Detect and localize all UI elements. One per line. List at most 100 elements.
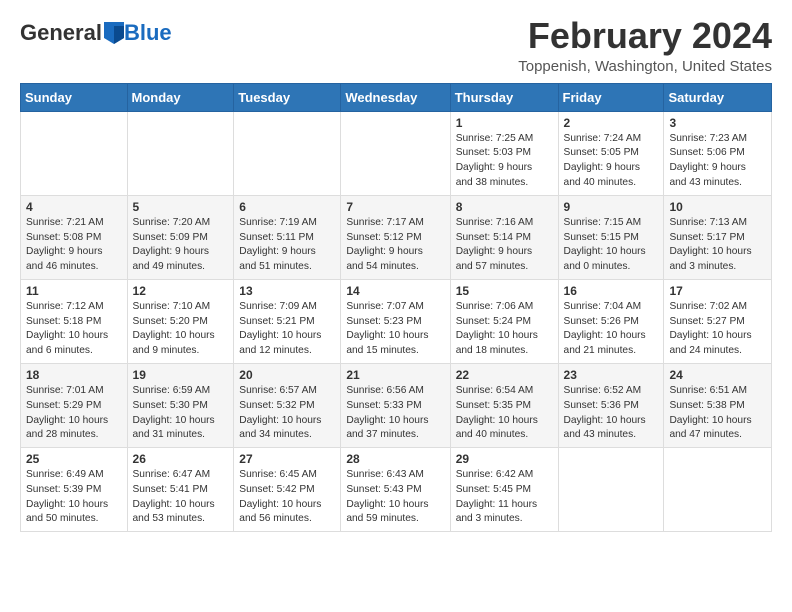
table-row: 4 Sunrise: 7:21 AM Sunset: 5:08 PM Daylig… — [21, 195, 128, 279]
day-info: Sunrise: 7:17 AM Sunset: 5:12 PM Dayligh… — [346, 216, 444, 275]
logo-blue: Blue — [124, 20, 172, 46]
table-row: 24 Sunrise: 6:51 AM Sunset: 5:38 PM Dayli… — [664, 363, 772, 447]
table-row: 23 Sunrise: 6:52 AM Sunset: 5:36 PM Dayli… — [558, 363, 664, 447]
day-info: Sunrise: 7:21 AM Sunset: 5:08 PM Dayligh… — [26, 216, 122, 275]
day-number: 7 — [346, 200, 444, 214]
day-info: Sunrise: 7:20 AM Sunset: 5:09 PM Dayligh… — [133, 216, 229, 275]
day-info: Sunrise: 7:25 AM Sunset: 5:03 PM Dayligh… — [456, 132, 553, 191]
day-info: Sunrise: 7:15 AM Sunset: 5:15 PM Dayligh… — [564, 216, 659, 275]
col-thursday: Thursday — [450, 83, 558, 111]
table-row: 2 Sunrise: 7:24 AM Sunset: 5:05 PM Daylig… — [558, 111, 664, 195]
day-info: Sunrise: 6:52 AM Sunset: 5:36 PM Dayligh… — [564, 384, 659, 443]
table-row: 16Sunrise: 7:04 AM Sunset: 5:26 PM Dayli… — [558, 279, 664, 363]
day-number: 8 — [456, 200, 553, 214]
day-number: 1 — [456, 116, 553, 130]
day-number: 27 — [239, 452, 335, 466]
table-row: 12 Sunrise: 7:10 AM Sunset: 5:20 PM Dayli… — [127, 279, 234, 363]
table-row: 27 Sunrise: 6:45 AM Sunset: 5:42 PM Dayli… — [234, 448, 341, 532]
day-info: Sunrise: 7:07 AM Sunset: 5:23 PM Dayligh… — [346, 300, 444, 359]
day-info: Sunrise: 7:01 AM Sunset: 5:29 PM Dayligh… — [26, 384, 122, 443]
page-header: General Blue February 2024 Toppenish, Wa… — [20, 16, 772, 75]
day-info: Sunrise: 6:47 AM Sunset: 5:41 PM Dayligh… — [133, 468, 229, 527]
day-info: Sunrise: 7:04 AM Sunset: 5:26 PM Dayligh… — [564, 300, 659, 359]
day-number: 22 — [456, 368, 553, 382]
table-row: 8 Sunrise: 7:16 AM Sunset: 5:14 PM Daylig… — [450, 195, 558, 279]
table-row — [234, 111, 341, 195]
day-number: 18 — [26, 368, 122, 382]
col-tuesday: Tuesday — [234, 83, 341, 111]
table-row: 5Sunrise: 7:20 AM Sunset: 5:09 PM Daylig… — [127, 195, 234, 279]
day-number: 2 — [564, 116, 659, 130]
table-row: 25Sunrise: 6:49 AM Sunset: 5:39 PM Dayli… — [21, 448, 128, 532]
day-number: 28 — [346, 452, 444, 466]
logo: General Blue — [20, 20, 172, 46]
title-area: February 2024 Toppenish, Washington, Uni… — [518, 16, 772, 75]
day-number: 17 — [669, 284, 766, 298]
table-row — [21, 111, 128, 195]
day-info: Sunrise: 6:49 AM Sunset: 5:39 PM Dayligh… — [26, 468, 122, 527]
day-info: Sunrise: 6:59 AM Sunset: 5:30 PM Dayligh… — [133, 384, 229, 443]
day-info: Sunrise: 7:06 AM Sunset: 5:24 PM Dayligh… — [456, 300, 553, 359]
day-info: Sunrise: 7:16 AM Sunset: 5:14 PM Dayligh… — [456, 216, 553, 275]
table-row: 3 Sunrise: 7:23 AM Sunset: 5:06 PM Daylig… — [664, 111, 772, 195]
day-info: Sunrise: 7:02 AM Sunset: 5:27 PM Dayligh… — [669, 300, 766, 359]
table-row: 15 Sunrise: 7:06 AM Sunset: 5:24 PM Dayli… — [450, 279, 558, 363]
calendar-header-row: Sunday Monday Tuesday Wednesday Thursday… — [21, 83, 772, 111]
table-row — [558, 448, 664, 532]
calendar-table: Sunday Monday Tuesday Wednesday Thursday… — [20, 83, 772, 533]
day-info: Sunrise: 6:54 AM Sunset: 5:35 PM Dayligh… — [456, 384, 553, 443]
col-friday: Friday — [558, 83, 664, 111]
day-number: 12 — [133, 284, 229, 298]
calendar-week-row: 4 Sunrise: 7:21 AM Sunset: 5:08 PM Daylig… — [21, 195, 772, 279]
day-info: Sunrise: 6:57 AM Sunset: 5:32 PM Dayligh… — [239, 384, 335, 443]
day-number: 29 — [456, 452, 553, 466]
day-info: Sunrise: 6:43 AM Sunset: 5:43 PM Dayligh… — [346, 468, 444, 527]
table-row: 13 Sunrise: 7:09 AM Sunset: 5:21 PM Dayli… — [234, 279, 341, 363]
table-row — [341, 111, 450, 195]
col-sunday: Sunday — [21, 83, 128, 111]
day-info: Sunrise: 7:24 AM Sunset: 5:05 PM Dayligh… — [564, 132, 659, 191]
col-monday: Monday — [127, 83, 234, 111]
day-number: 20 — [239, 368, 335, 382]
day-number: 14 — [346, 284, 444, 298]
day-info: Sunrise: 6:51 AM Sunset: 5:38 PM Dayligh… — [669, 384, 766, 443]
day-number: 10 — [669, 200, 766, 214]
day-info: Sunrise: 7:23 AM Sunset: 5:06 PM Dayligh… — [669, 132, 766, 191]
table-row: 1 Sunrise: 7:25 AM Sunset: 5:03 PM Daylig… — [450, 111, 558, 195]
day-info: Sunrise: 6:56 AM Sunset: 5:33 PM Dayligh… — [346, 384, 444, 443]
day-number: 24 — [669, 368, 766, 382]
table-row: 14 Sunrise: 7:07 AM Sunset: 5:23 PM Dayli… — [341, 279, 450, 363]
table-row: 7 Sunrise: 7:17 AM Sunset: 5:12 PM Daylig… — [341, 195, 450, 279]
day-number: 13 — [239, 284, 335, 298]
day-number: 19 — [133, 368, 229, 382]
calendar-week-row: 18 Sunrise: 7:01 AM Sunset: 5:29 PM Dayli… — [21, 363, 772, 447]
month-title: February 2024 — [518, 16, 772, 56]
table-row: 28 Sunrise: 6:43 AM Sunset: 5:43 PM Dayli… — [341, 448, 450, 532]
table-row: 29Sunrise: 6:42 AM Sunset: 5:45 PM Dayli… — [450, 448, 558, 532]
col-saturday: Saturday — [664, 83, 772, 111]
table-row — [664, 448, 772, 532]
calendar-week-row: 25Sunrise: 6:49 AM Sunset: 5:39 PM Dayli… — [21, 448, 772, 532]
table-row: 21 Sunrise: 6:56 AM Sunset: 5:33 PM Dayli… — [341, 363, 450, 447]
table-row: 11 Sunrise: 7:12 AM Sunset: 5:18 PM Dayli… — [21, 279, 128, 363]
day-number: 9 — [564, 200, 659, 214]
col-wednesday: Wednesday — [341, 83, 450, 111]
day-number: 3 — [669, 116, 766, 130]
table-row: 10Sunrise: 7:13 AM Sunset: 5:17 PM Dayli… — [664, 195, 772, 279]
day-info: Sunrise: 6:45 AM Sunset: 5:42 PM Dayligh… — [239, 468, 335, 527]
table-row: 17 Sunrise: 7:02 AM Sunset: 5:27 PM Dayli… — [664, 279, 772, 363]
logo-general: General — [20, 20, 102, 46]
day-number: 23 — [564, 368, 659, 382]
day-info: Sunrise: 7:12 AM Sunset: 5:18 PM Dayligh… — [26, 300, 122, 359]
day-info: Sunrise: 7:09 AM Sunset: 5:21 PM Dayligh… — [239, 300, 335, 359]
table-row — [127, 111, 234, 195]
table-row: 18 Sunrise: 7:01 AM Sunset: 5:29 PM Dayli… — [21, 363, 128, 447]
day-number: 15 — [456, 284, 553, 298]
day-number: 11 — [26, 284, 122, 298]
location-title: Toppenish, Washington, United States — [518, 58, 772, 75]
day-number: 21 — [346, 368, 444, 382]
day-number: 26 — [133, 452, 229, 466]
day-number: 4 — [26, 200, 122, 214]
table-row: 26 Sunrise: 6:47 AM Sunset: 5:41 PM Dayli… — [127, 448, 234, 532]
day-info: Sunrise: 7:10 AM Sunset: 5:20 PM Dayligh… — [133, 300, 229, 359]
